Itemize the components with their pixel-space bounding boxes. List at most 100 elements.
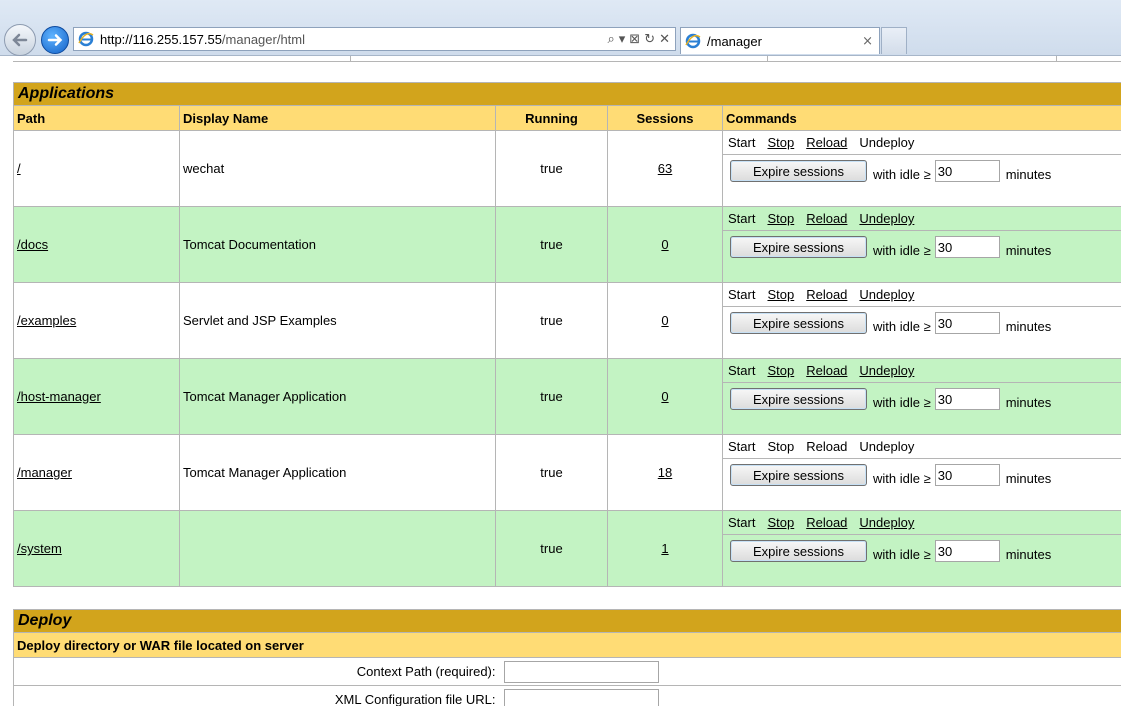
command-links: Start Stop Reload Undeploy bbox=[723, 207, 1121, 231]
app-path-link[interactable]: /system bbox=[17, 541, 62, 556]
sessions-link[interactable]: 0 bbox=[661, 237, 668, 252]
idle-minutes-input[interactable] bbox=[934, 312, 1000, 334]
expire-form: Expire sessions with idle ≥ minutes bbox=[723, 459, 1121, 510]
sessions-link[interactable]: 1 bbox=[661, 541, 668, 556]
stop-link[interactable]: Stop bbox=[767, 135, 794, 150]
sessions-link[interactable]: 18 bbox=[658, 465, 672, 480]
command-links: Start Stop Reload Undeploy bbox=[723, 511, 1121, 535]
idle-label: with idle ≥ bbox=[873, 243, 931, 258]
app-display-name: Servlet and JSP Examples bbox=[179, 282, 496, 359]
idle-label: with idle ≥ bbox=[873, 471, 931, 486]
close-tab-icon[interactable]: × bbox=[862, 34, 873, 49]
applications-title: Applications bbox=[12, 82, 1121, 106]
reload-link[interactable]: Reload bbox=[806, 211, 847, 226]
idle-label: with idle ≥ bbox=[873, 167, 931, 182]
app-path-link[interactable]: /manager bbox=[17, 465, 72, 480]
new-tab-button[interactable] bbox=[881, 27, 907, 54]
expire-sessions-button[interactable]: Expire sessions bbox=[730, 236, 867, 258]
compat-view-icon[interactable]: ⊠ bbox=[629, 32, 640, 47]
commands-cell: Start Stop Reload Undeploy Expire sessio… bbox=[721, 358, 1121, 435]
expire-sessions-button[interactable]: Expire sessions bbox=[730, 388, 867, 410]
idle-minutes-input[interactable] bbox=[934, 540, 1000, 562]
expire-sessions-button[interactable]: Expire sessions bbox=[730, 540, 867, 562]
stop-icon[interactable]: ✕ bbox=[659, 32, 670, 47]
refresh-icon[interactable]: ↻ bbox=[644, 32, 655, 47]
table-row: /host-manager Tomcat Manager Application… bbox=[13, 358, 1121, 435]
idle-minutes-input[interactable] bbox=[934, 388, 1000, 410]
expire-sessions-button[interactable]: Expire sessions bbox=[730, 464, 867, 486]
dropdown-icon[interactable]: ▾ bbox=[619, 32, 626, 47]
sessions-link[interactable]: 63 bbox=[658, 161, 672, 176]
app-path-link[interactable]: / bbox=[17, 161, 21, 176]
minutes-label: minutes bbox=[1005, 395, 1052, 410]
search-icon[interactable]: ⌕ bbox=[607, 32, 614, 47]
context-path-label: Context Path (required): bbox=[13, 657, 502, 686]
app-path-link[interactable]: /docs bbox=[17, 237, 48, 252]
start-command: Start bbox=[728, 363, 756, 378]
expire-form: Expire sessions with idle ≥ minutes bbox=[723, 307, 1121, 358]
reload-link[interactable]: Reload bbox=[806, 287, 847, 302]
minutes-label: minutes bbox=[1005, 167, 1052, 182]
forward-arrow-icon bbox=[47, 34, 63, 46]
header-commands: Commands bbox=[721, 105, 1121, 131]
browser-tab[interactable]: /manager × bbox=[680, 27, 880, 54]
app-path-link[interactable]: /examples bbox=[17, 313, 76, 328]
start-command: Start bbox=[728, 287, 756, 302]
stop-link[interactable]: Stop bbox=[767, 515, 794, 530]
reload-link[interactable]: Reload bbox=[806, 363, 847, 378]
command-links: Start Stop Reload Undeploy bbox=[723, 359, 1121, 383]
page-content: Applications Path Display Name Running S… bbox=[0, 56, 1121, 706]
sessions-link[interactable]: 0 bbox=[661, 389, 668, 404]
idle-minutes-input[interactable] bbox=[934, 464, 1000, 486]
app-running: true bbox=[495, 358, 608, 435]
idle-label: with idle ≥ bbox=[873, 547, 931, 562]
applications-title-row: Applications bbox=[12, 82, 1121, 106]
stop-link[interactable]: Stop bbox=[767, 363, 794, 378]
xml-config-label: XML Configuration file URL: bbox=[13, 685, 502, 706]
browser-chrome: http://116.255.157.55/manager/html ⌕ ▾ ⊠… bbox=[0, 0, 1121, 56]
context-path-input[interactable] bbox=[503, 660, 659, 683]
deploy-title-row: Deploy bbox=[13, 609, 1121, 633]
idle-minutes-input[interactable] bbox=[934, 160, 1000, 182]
commands-cell: Start Stop Reload Undeploy Expire sessio… bbox=[721, 282, 1121, 359]
reload-command: Reload bbox=[806, 439, 848, 454]
forward-button[interactable] bbox=[41, 26, 69, 54]
app-running: true bbox=[495, 282, 608, 359]
table-row: /manager Tomcat Manager Application true… bbox=[13, 434, 1121, 511]
stop-link[interactable]: Stop bbox=[767, 211, 794, 226]
command-links: Start Stop Reload Undeploy bbox=[723, 435, 1121, 459]
back-button[interactable] bbox=[4, 24, 36, 56]
undeploy-link[interactable]: Undeploy bbox=[859, 515, 914, 530]
stop-command: Stop bbox=[767, 439, 795, 454]
url-text: http://116.255.157.55/manager/html bbox=[100, 32, 607, 47]
app-display-name: Tomcat Manager Application bbox=[179, 358, 496, 435]
address-bar[interactable]: http://116.255.157.55/manager/html ⌕ ▾ ⊠… bbox=[73, 27, 676, 51]
app-path-link[interactable]: /host-manager bbox=[17, 389, 101, 404]
header-running: Running bbox=[495, 105, 608, 131]
context-path-row: Context Path (required): bbox=[13, 657, 1121, 686]
stop-link[interactable]: Stop bbox=[767, 287, 794, 302]
undeploy-link[interactable]: Undeploy bbox=[859, 211, 914, 226]
expire-form: Expire sessions with idle ≥ minutes bbox=[723, 155, 1121, 206]
expire-sessions-button[interactable]: Expire sessions bbox=[730, 160, 867, 182]
applications-table: Applications Path Display Name Running S… bbox=[12, 82, 1121, 587]
table-row: /docs Tomcat Documentation true 0 Start … bbox=[13, 206, 1121, 283]
reload-link[interactable]: Reload bbox=[806, 515, 847, 530]
start-command: Start bbox=[728, 211, 756, 226]
app-running: true bbox=[495, 206, 608, 283]
header-sessions: Sessions bbox=[607, 105, 723, 131]
idle-minutes-input[interactable] bbox=[934, 236, 1000, 258]
xml-config-row: XML Configuration file URL: bbox=[13, 685, 1121, 706]
command-links: Start Stop Reload Undeploy bbox=[723, 131, 1121, 155]
reload-link[interactable]: Reload bbox=[806, 135, 847, 150]
sessions-link[interactable]: 0 bbox=[661, 313, 668, 328]
undeploy-command: Undeploy bbox=[859, 135, 915, 150]
previous-table-edge bbox=[13, 56, 1121, 62]
undeploy-link[interactable]: Undeploy bbox=[859, 363, 914, 378]
app-display-name: Tomcat Manager Application bbox=[179, 434, 496, 511]
url-host: http://116.255.157.55 bbox=[100, 31, 222, 47]
xml-config-input[interactable] bbox=[503, 688, 659, 706]
undeploy-link[interactable]: Undeploy bbox=[859, 287, 914, 302]
minutes-label: minutes bbox=[1005, 243, 1052, 258]
expire-sessions-button[interactable]: Expire sessions bbox=[730, 312, 867, 334]
